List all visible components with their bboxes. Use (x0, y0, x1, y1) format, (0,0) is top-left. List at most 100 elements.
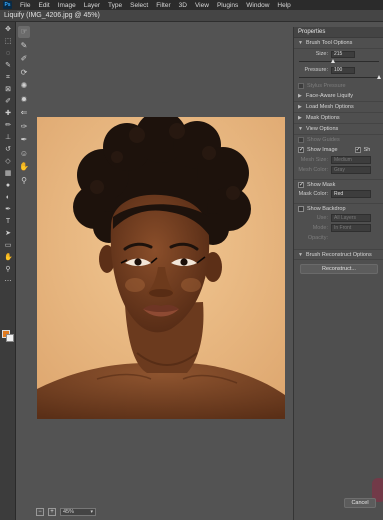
size-slider-thumb[interactable] (330, 59, 335, 63)
panel-title: Properties (294, 27, 383, 38)
show-guides-checkbox[interactable] (298, 137, 304, 143)
mesh-color-label: Mesh Color: (298, 167, 328, 173)
portrait-photo (37, 117, 285, 419)
zoom-out-button[interactable]: − (36, 508, 44, 516)
frame-tool-icon[interactable]: ⊠ (4, 86, 12, 94)
mesh-color-select[interactable]: Gray (331, 166, 371, 174)
menu-filter[interactable]: Filter (156, 2, 170, 9)
bloat-icon[interactable]: ✹ (18, 94, 30, 106)
menu-window[interactable]: Window (246, 2, 269, 9)
twirl-icon[interactable]: ⟳ (18, 67, 30, 79)
cancel-button[interactable]: Cancel (344, 498, 376, 508)
healing-brush-tool-icon[interactable]: ✚ (4, 110, 12, 118)
clone-stamp-tool-icon[interactable]: ⊥ (4, 134, 12, 142)
section-mask-options[interactable]: ▶ Mask Options (294, 113, 383, 124)
smooth-icon[interactable]: ✐ (18, 53, 30, 65)
backdrop-use-label: Use: (316, 215, 328, 221)
history-brush-tool-icon[interactable]: ↺ (4, 146, 12, 154)
section-load-mesh[interactable]: ▶ Load Mesh Options (294, 102, 383, 113)
size-slider[interactable] (299, 59, 379, 65)
section-brush-reconstruct-options[interactable]: ▼ Brush Reconstruct Options (294, 249, 383, 260)
mesh-color-row: Mesh Color: Gray (294, 165, 383, 175)
size-input[interactable]: 215 (331, 50, 355, 58)
pressure-input[interactable]: 100 (331, 66, 355, 74)
mask-color-row: Mask Color: Red (294, 189, 383, 199)
zoom-level-select[interactable]: 45% (60, 508, 96, 516)
blur-tool-icon[interactable]: ● (4, 182, 12, 190)
pressure-slider[interactable] (299, 75, 381, 81)
section-view-options[interactable]: ▼ View Options (294, 124, 383, 135)
mesh-size-select[interactable]: Medium (331, 156, 371, 164)
show-backdrop-label: Show Backdrop (307, 205, 346, 212)
section-label: Mask Options (306, 115, 340, 121)
section-label: Brush Tool Options (306, 40, 353, 46)
menu-edit[interactable]: Edit (38, 2, 49, 9)
menu-plugins[interactable]: Plugins (217, 2, 238, 9)
brush-tool-icon[interactable]: ✏ (4, 122, 12, 130)
properties-panel: Properties ▼ Brush Tool Options Size: 21… (293, 27, 383, 520)
more-tools-icon[interactable]: ⋯ (4, 278, 12, 286)
menu-type[interactable]: Type (108, 2, 122, 9)
size-label: Size: (315, 51, 328, 57)
crop-tool-icon[interactable]: ⌗ (4, 74, 12, 82)
section-label: View Options (306, 126, 339, 132)
marquee-tool-icon[interactable]: ⬚ (4, 38, 12, 46)
show-guides-row: Show Guides (294, 135, 383, 145)
gradient-tool-icon[interactable]: ▦ (4, 170, 12, 178)
show-face-overlay-checkbox[interactable] (354, 146, 361, 153)
app-toolbar: ✥ ⬚ ◌ ✎ ⌗ ⊠ ✐ ✚ ✏ ⊥ ↺ ◇ ▦ ● ◐ ✒ T ➤ ▭ ✋ … (0, 22, 16, 520)
liquify-dialog-window: Ps File Edit Image Layer Type Select Fil… (0, 0, 383, 520)
pen-tool-icon[interactable]: ✒ (4, 206, 12, 214)
reconstruct-button[interactable]: Reconstruct... (300, 264, 378, 274)
show-image-checkbox[interactable] (298, 146, 304, 153)
mesh-size-label: Mesh Size: (300, 157, 328, 163)
menu-help[interactable]: Help (277, 2, 290, 9)
hand-icon[interactable]: ✋ (18, 161, 30, 173)
mask-color-select[interactable]: Red (331, 190, 371, 198)
stylus-pressure-label: Stylus Pressure (307, 83, 346, 89)
face-tool-icon[interactable]: ☺ (18, 148, 30, 160)
menu-view[interactable]: View (195, 2, 209, 9)
move-tool-icon[interactable]: ✥ (4, 26, 12, 34)
section-face-aware[interactable]: ▶ Face-Aware Liquify (294, 91, 383, 102)
zoom-tool-icon[interactable]: ⚲ (4, 266, 12, 274)
reconstruct-icon[interactable]: ✎ (18, 40, 30, 52)
backdrop-opacity-label: Opacity: (307, 235, 328, 241)
freeze-mask-icon[interactable]: ✑ (18, 121, 30, 133)
hand-tool-icon[interactable]: ✋ (4, 254, 13, 262)
backdrop-use-select[interactable]: All Layers (331, 214, 371, 222)
expanded-triangle-icon: ▼ (298, 251, 303, 258)
quick-select-tool-icon[interactable]: ✎ (4, 62, 12, 70)
menu-image[interactable]: Image (58, 2, 76, 9)
dodge-tool-icon[interactable]: ◐ (4, 194, 12, 202)
zoom-icon[interactable]: ⚲ (18, 175, 30, 187)
thaw-mask-icon[interactable]: ✒ (18, 134, 30, 146)
push-left-icon[interactable]: ⇐ (18, 107, 30, 119)
eyedropper-tool-icon[interactable]: ✐ (4, 98, 12, 106)
show-mask-checkbox[interactable] (298, 181, 304, 188)
stylus-pressure-row: Stylus Pressure (294, 81, 383, 91)
backdrop-mode-select[interactable]: In Front (331, 224, 371, 232)
menu-layer[interactable]: Layer (84, 2, 100, 9)
menu-select[interactable]: Select (130, 2, 148, 9)
zoom-in-button[interactable]: + (48, 508, 56, 516)
eraser-tool-icon[interactable]: ◇ (4, 158, 12, 166)
show-backdrop-checkbox[interactable] (298, 205, 304, 212)
collapsed-triangle-icon: ▶ (298, 115, 302, 121)
pucker-icon[interactable]: ✺ (18, 80, 30, 92)
stylus-pressure-checkbox[interactable] (298, 83, 304, 89)
forward-warp-icon[interactable]: ☞ (18, 26, 30, 38)
lasso-tool-icon[interactable]: ◌ (4, 50, 12, 58)
menu-3d[interactable]: 3D (179, 2, 187, 9)
type-tool-icon[interactable]: T (4, 218, 12, 226)
section-brush-tool-options[interactable]: ▼ Brush Tool Options (294, 38, 383, 49)
path-select-tool-icon[interactable]: ➤ (4, 230, 12, 238)
mask-color-label: Mask Color: (298, 191, 328, 197)
image-canvas[interactable] (37, 117, 285, 419)
shape-tool-icon[interactable]: ▭ (4, 242, 12, 250)
backdrop-mode-row: Mode: In Front (294, 223, 383, 233)
show-guides-label: Show Guides (307, 137, 340, 143)
pressure-slider-thumb[interactable] (376, 75, 381, 79)
menu-file[interactable]: File (20, 2, 30, 9)
background-color-swatch[interactable] (6, 334, 14, 342)
